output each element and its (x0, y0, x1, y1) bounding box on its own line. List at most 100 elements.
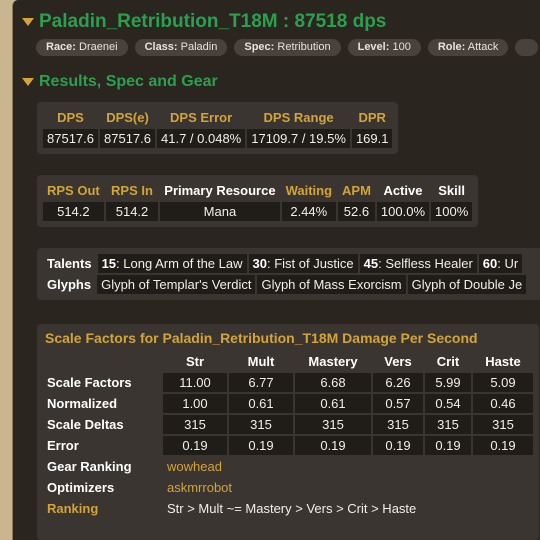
table-row: Normalized 1.00 0.61 0.61 0.57 0.54 0.46 (43, 394, 533, 413)
wowhead-link[interactable]: wowhead (163, 457, 533, 476)
dps-range-header: DPS Range (263, 110, 334, 125)
cell: 11.00 (163, 373, 227, 392)
talents-glyphs-table: Talents 15: Long Arm of the Law 30: Fist… (41, 252, 524, 275)
collapse-triangle-icon[interactable] (22, 18, 34, 26)
table-row: Scale Factors 11.00 6.77 6.68 6.26 5.99 … (43, 373, 533, 392)
talent-item[interactable]: 30: Fist of Justice (248, 254, 358, 273)
role-pill: Role: Attack (427, 39, 509, 56)
cell: 0.19 (373, 436, 423, 455)
apm-header: APM (342, 183, 371, 198)
ranking-value: Str > Mult ~= Mastery > Vers > Crit > Ha… (167, 501, 417, 516)
cell: 5.99 (425, 373, 471, 392)
cell: 0.46 (473, 394, 533, 413)
glyphs-label: Glyphs (47, 277, 92, 292)
col-header: Mult (247, 354, 275, 369)
row-label: Normalized (47, 396, 118, 411)
rps-out-header: RPS Out (47, 183, 100, 198)
cell: 6.68 (295, 373, 371, 392)
player-header[interactable]: Paladin_Retribution_T18M : 87518 dps (22, 10, 386, 34)
resource-table-box: RPS Out RPS In Primary Resource Waiting … (37, 175, 479, 227)
corner-cell (43, 352, 161, 371)
dpr-header: DPR (358, 110, 386, 125)
cell: 0.19 (229, 436, 293, 455)
cell: 0.19 (473, 436, 533, 455)
col-header: Mastery (308, 354, 358, 369)
gear-ranking-label: Gear Ranking (47, 459, 132, 474)
rps-in-value: 514.2 (105, 202, 159, 221)
cell: 0.61 (229, 394, 293, 413)
dpr-value: 169.1 (351, 129, 393, 148)
more-pill (515, 39, 539, 56)
skill-value: 100% (431, 202, 473, 221)
col-header: Haste (485, 354, 521, 369)
cell: 1.00 (163, 394, 227, 413)
scale-factors-table: Str Mult Mastery Vers Crit Haste Scale F… (41, 350, 535, 520)
results-section-header[interactable]: Results, Spec and Gear (22, 72, 218, 92)
cell: 6.26 (373, 373, 423, 392)
active-header: Active (383, 183, 423, 198)
primary-resource-value: Mana (160, 202, 280, 221)
cell: 315 (425, 415, 471, 434)
table-row: Scale Deltas 315 315 315 315 315 315 (43, 415, 533, 434)
dps-header: DPS (57, 110, 84, 125)
rps-in-header: RPS In (111, 183, 153, 198)
cell: 315 (373, 415, 423, 434)
waiting-value: 2.44% (281, 202, 337, 221)
dpse-value: 87517.6 (100, 129, 155, 148)
talents-glyphs-box: Talents 15: Long Arm of the Law 30: Fist… (37, 248, 540, 300)
row-label: Scale Factors (47, 375, 132, 390)
cell: 315 (163, 415, 227, 434)
dps-table: DPS DPS(e) DPS Error DPS Range DPR 87517… (41, 106, 394, 150)
glyph-item[interactable]: Glyph of Double Je (407, 275, 527, 294)
table-row: Gear Ranking wowhead (43, 457, 533, 476)
dps-table-box: DPS DPS(e) DPS Error DPS Range DPR 87517… (37, 102, 399, 154)
cell: 0.54 (425, 394, 471, 413)
cell: 5.09 (473, 373, 533, 392)
dps-error-header: DPS Error (170, 110, 233, 125)
talent-item[interactable]: 60: Ur (478, 254, 523, 273)
cell: 0.19 (163, 436, 227, 455)
level-pill: Level: 100 (347, 39, 421, 56)
talent-item[interactable]: 15: Long Arm of the Law (97, 254, 247, 273)
waiting-header: Waiting (285, 183, 333, 198)
glyphs-table: Glyphs Glyph of Templar's Verdict Glyph … (41, 273, 528, 296)
talents-label: Talents (47, 256, 92, 271)
cell: 315 (295, 415, 371, 434)
askmrrobot-link[interactable]: askmrrobot (163, 478, 533, 497)
resource-table: RPS Out RPS In Primary Resource Waiting … (41, 179, 474, 223)
collapse-triangle-icon[interactable] (22, 78, 34, 86)
cell: 0.57 (373, 394, 423, 413)
player-title: Paladin_Retribution_T18M : 87518 dps (39, 11, 387, 32)
skill-header: Skill (438, 183, 465, 198)
row-label: Scale Deltas (47, 417, 124, 432)
table-row: Error 0.19 0.19 0.19 0.19 0.19 0.19 (43, 436, 533, 455)
spec-pill: Spec: Retribution (234, 39, 341, 56)
talent-item[interactable]: 45: Selfless Healer (359, 254, 477, 273)
dps-value: 87517.6 (43, 129, 98, 148)
table-row: Ranking Str > Mult ~= Mastery > Vers > C… (43, 499, 533, 518)
race-pill: Race: Draenei (36, 39, 128, 56)
glyph-item[interactable]: Glyph of Templar's Verdict (97, 275, 256, 294)
ranking-label: Ranking (47, 501, 99, 516)
active-value: 100.0% (376, 202, 429, 221)
scale-factors-title: Scale Factors for Paladin_Retribution_T1… (45, 330, 478, 346)
col-header: Crit (436, 354, 460, 369)
results-section-title: Results, Spec and Gear (39, 73, 218, 90)
cell: 315 (229, 415, 293, 434)
col-header: Vers (384, 354, 412, 369)
optimizers-label: Optimizers (47, 480, 115, 495)
glyph-item[interactable]: Glyph of Mass Exorcism (257, 275, 406, 294)
row-label: Error (47, 438, 79, 453)
dpse-header: DPS(e) (106, 110, 149, 125)
dps-range-value: 17109.7 / 19.5% (247, 129, 350, 148)
cell: 0.61 (295, 394, 371, 413)
player-info-pills: Race: Draenei Class: Paladin Spec: Retri… (36, 39, 539, 56)
scale-factors-box: Scale Factors for Paladin_Retribution_T1… (37, 324, 539, 540)
table-row: Optimizers askmrrobot (43, 478, 533, 497)
cell: 6.77 (229, 373, 293, 392)
cell: 0.19 (425, 436, 471, 455)
primary-resource-header: Primary Resource (164, 183, 276, 198)
cell: 315 (473, 415, 533, 434)
cell: 0.19 (295, 436, 371, 455)
dps-error-value: 41.7 / 0.048% (157, 129, 246, 148)
